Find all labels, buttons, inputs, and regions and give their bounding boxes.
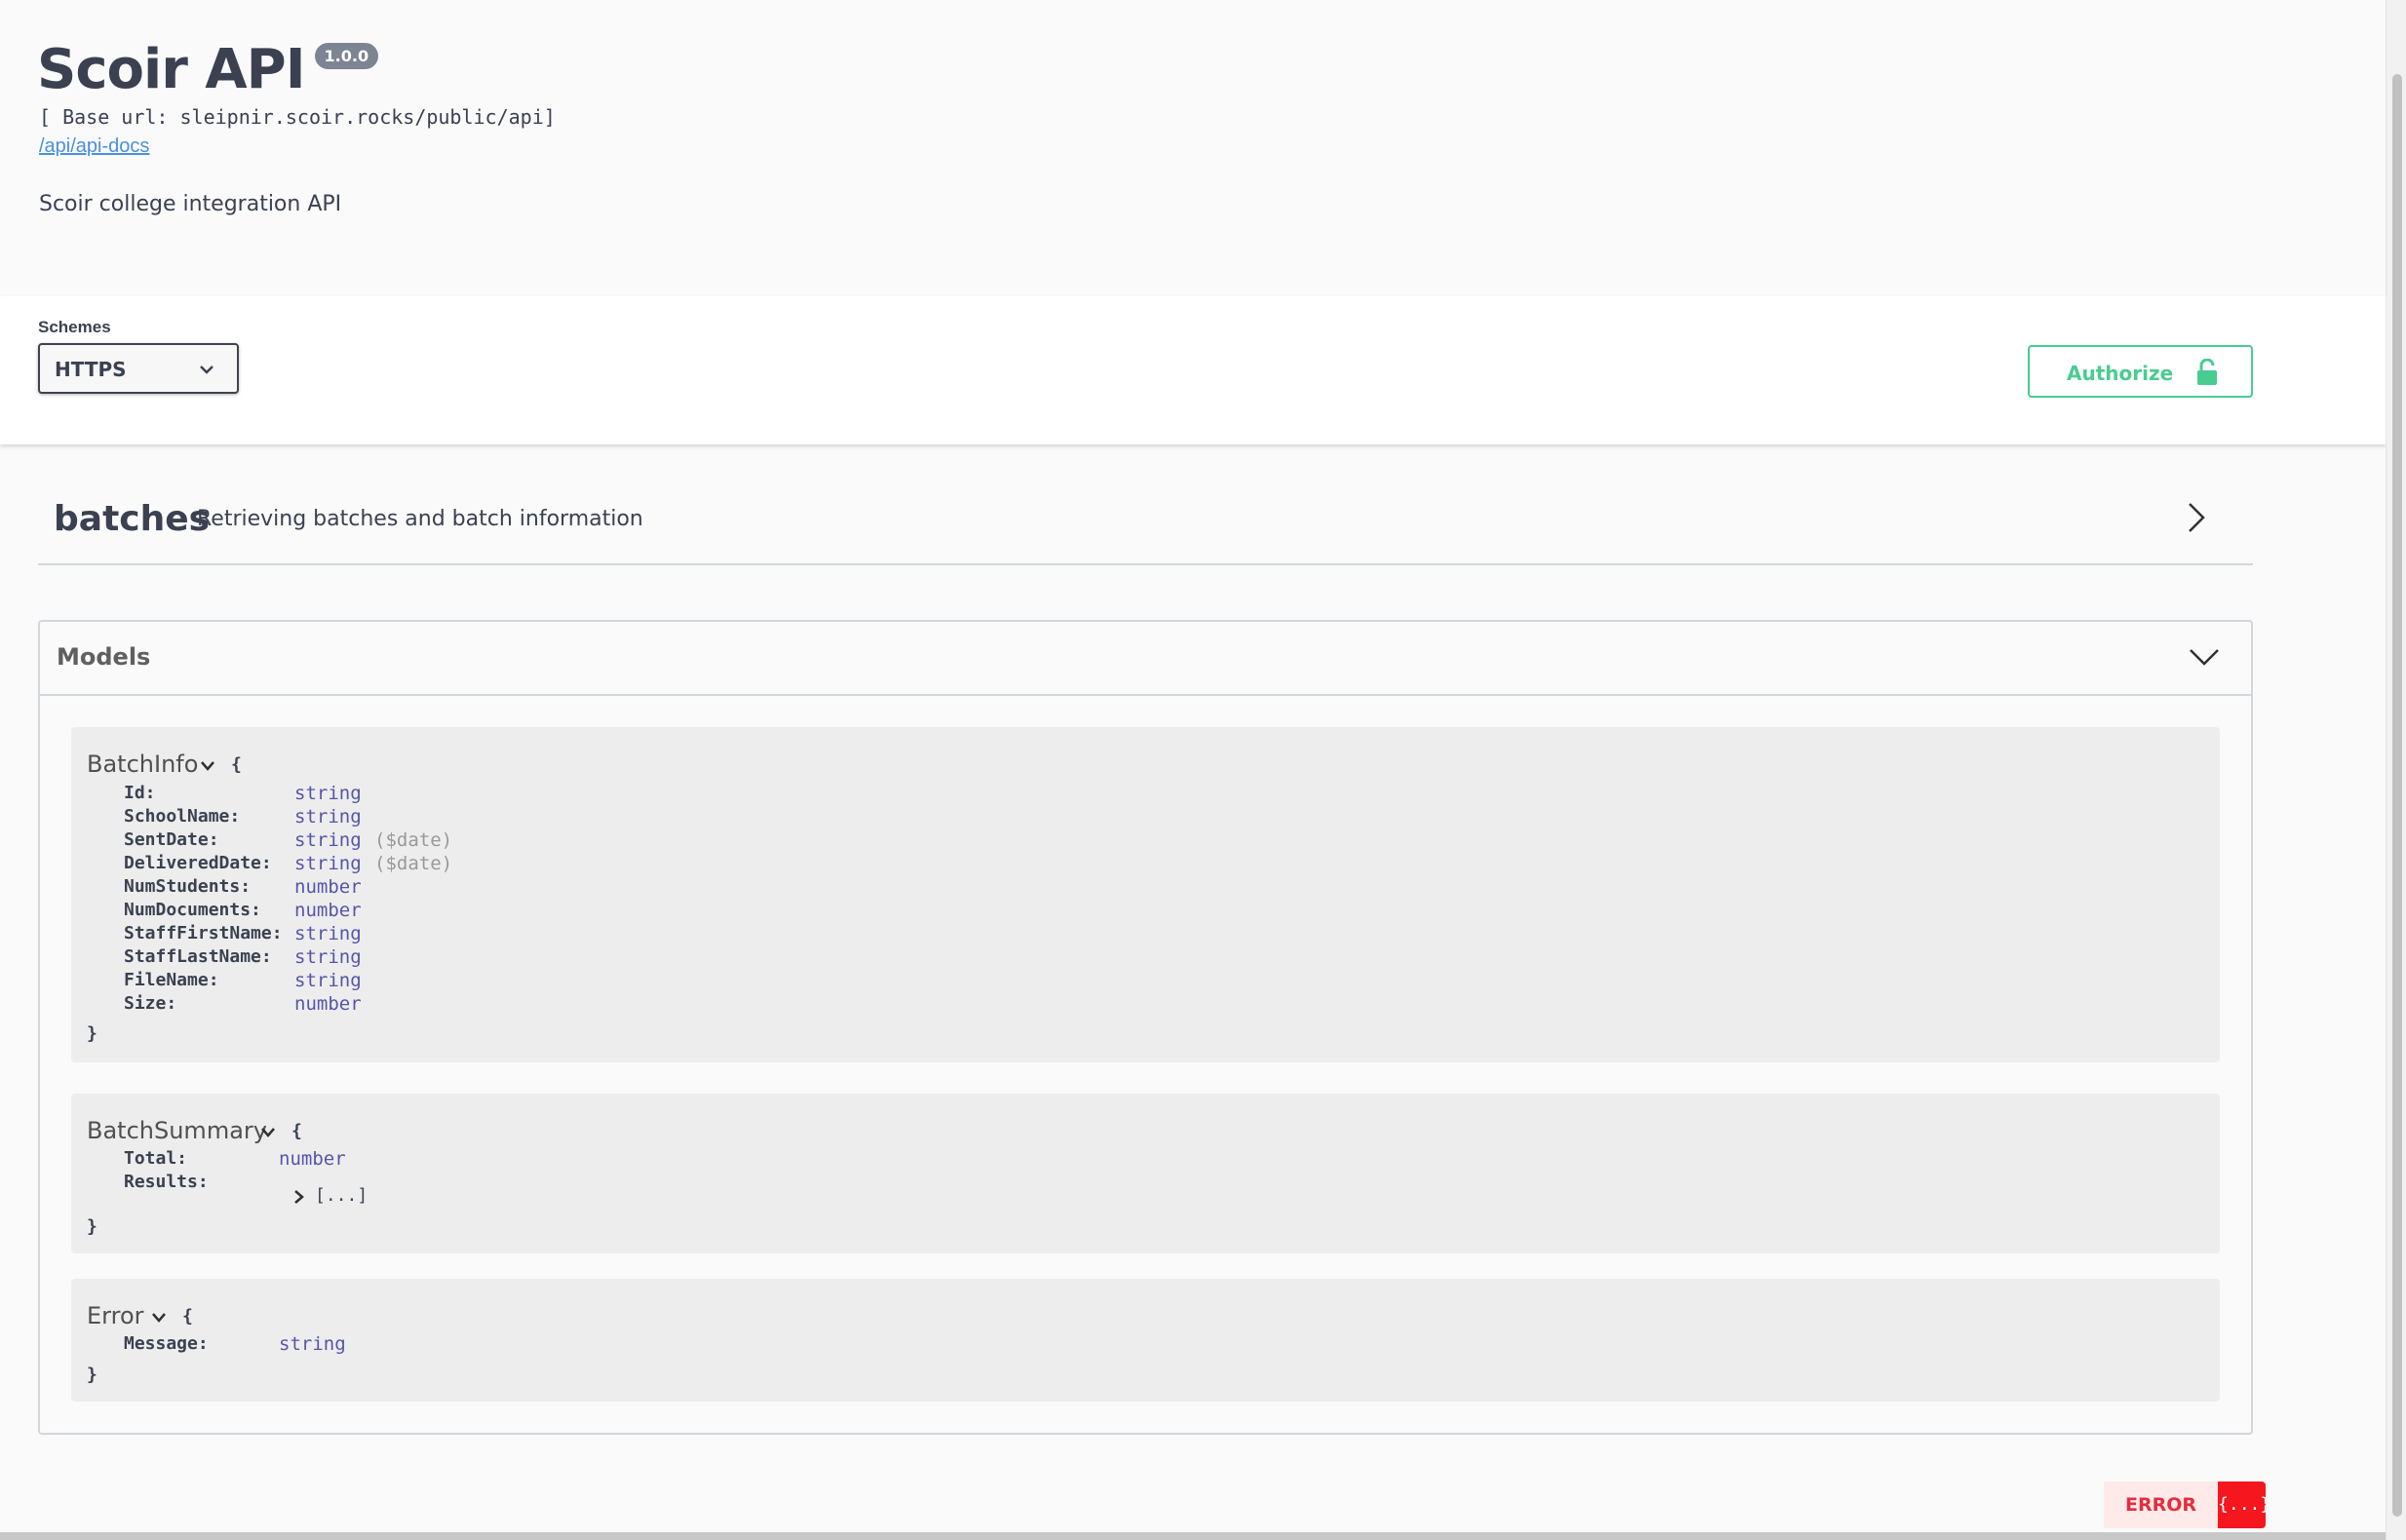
prop-type: string bbox=[294, 970, 362, 991]
prop-name: Results: bbox=[124, 1172, 209, 1192]
open-brace: { bbox=[182, 1306, 193, 1327]
prop-type: number bbox=[294, 876, 362, 898]
chevron-down-icon bbox=[200, 366, 213, 374]
model-batchinfo: BatchInfo { Id: string SchoolName: strin… bbox=[71, 727, 2220, 1062]
prop-name: Message: bbox=[124, 1333, 209, 1354]
scheme-container: Schemes HTTPS Authorize bbox=[0, 296, 2387, 444]
validator-error-badge[interactable]: ERROR {...} bbox=[2104, 1482, 2270, 1528]
json-braces-icon: {...} bbox=[2218, 1482, 2270, 1528]
prop-type: string bbox=[294, 923, 362, 944]
authorize-button[interactable]: Authorize bbox=[2028, 345, 2253, 398]
model-batchsummary: BatchSummary { Total: number Results: [.… bbox=[71, 1094, 2220, 1253]
authorize-label: Authorize bbox=[2067, 362, 2174, 385]
prop-name: Id: bbox=[124, 783, 156, 803]
prop-name: SchoolName: bbox=[124, 806, 241, 827]
chevron-right-icon[interactable] bbox=[293, 1189, 305, 1205]
prop-name: Total: bbox=[124, 1148, 188, 1169]
base-url: [ Base url: sleipnir.scoir.rocks/public/… bbox=[39, 105, 556, 129]
close-brace: } bbox=[87, 1365, 97, 1385]
tag-description: Retrieving batches and batch information bbox=[197, 507, 643, 531]
models-title: Models bbox=[57, 643, 151, 671]
vertical-scrollbar[interactable] bbox=[2386, 0, 2406, 1540]
schemes-selected-value: HTTPS bbox=[55, 358, 127, 381]
validator-error-label: ERROR bbox=[2104, 1482, 2219, 1528]
api-title: Scoir API bbox=[37, 38, 306, 101]
prop-type: number bbox=[294, 993, 362, 1015]
results-array-collapsed[interactable]: [...] bbox=[315, 1185, 368, 1206]
bottom-edge bbox=[0, 1532, 2387, 1540]
chevron-down-icon[interactable] bbox=[200, 760, 215, 772]
prop-name: StaffLastName: bbox=[124, 946, 272, 967]
prop-name: DeliveredDate: bbox=[124, 853, 272, 873]
title-row: Scoir API 1.0.0 bbox=[37, 33, 379, 107]
prop-format: ($date) bbox=[374, 829, 453, 851]
prop-type: string bbox=[279, 1333, 346, 1355]
prop-name: StaffFirstName: bbox=[124, 923, 283, 943]
model-name[interactable]: BatchSummary bbox=[87, 1117, 267, 1144]
tag-name: batches bbox=[54, 499, 211, 539]
open-brace: { bbox=[231, 754, 242, 775]
prop-name: NumDocuments: bbox=[124, 900, 261, 920]
chevron-right-icon[interactable] bbox=[2187, 501, 2206, 534]
version-badge: 1.0.0 bbox=[314, 43, 379, 69]
chevron-down-icon[interactable] bbox=[2189, 647, 2220, 667]
prop-type: number bbox=[294, 900, 362, 921]
prop-format: ($date) bbox=[374, 853, 453, 874]
prop-type: string bbox=[294, 853, 362, 874]
prop-name: SentDate: bbox=[124, 829, 219, 850]
scrollbar-thumb[interactable] bbox=[2392, 74, 2402, 1517]
chevron-down-icon[interactable] bbox=[260, 1127, 276, 1138]
prop-type: string bbox=[294, 783, 362, 804]
prop-type: number bbox=[279, 1148, 346, 1170]
schemes-select[interactable]: HTTPS bbox=[38, 343, 239, 394]
chevron-down-icon[interactable] bbox=[151, 1312, 167, 1324]
api-docs-link[interactable]: /api/api-docs bbox=[39, 135, 149, 158]
prop-type: string bbox=[294, 946, 362, 968]
unlock-icon bbox=[2197, 359, 2217, 385]
schemes-label: Schemes bbox=[38, 318, 111, 336]
prop-type: string bbox=[294, 806, 362, 828]
model-name[interactable]: Error bbox=[87, 1302, 144, 1329]
models-section: Models BatchInfo { Id: string SchoolName… bbox=[38, 620, 2253, 1435]
model-error: Error { Message: string } bbox=[71, 1279, 2220, 1402]
prop-name: FileName: bbox=[124, 970, 219, 990]
api-info: Scoir API 1.0.0 [ Base url: sleipnir.sco… bbox=[37, 0, 1597, 296]
models-header[interactable]: Models bbox=[40, 622, 2251, 696]
prop-name: NumStudents: bbox=[124, 876, 252, 897]
tag-batches[interactable]: batches Retrieving batches and batch inf… bbox=[38, 478, 2253, 565]
close-brace: } bbox=[87, 1216, 97, 1237]
prop-name: Size: bbox=[124, 993, 177, 1014]
prop-type: string bbox=[294, 829, 362, 851]
api-description: Scoir college integration API bbox=[39, 192, 342, 216]
model-name[interactable]: BatchInfo bbox=[87, 751, 198, 778]
close-brace: } bbox=[87, 1023, 97, 1044]
open-brace: { bbox=[291, 1121, 302, 1141]
